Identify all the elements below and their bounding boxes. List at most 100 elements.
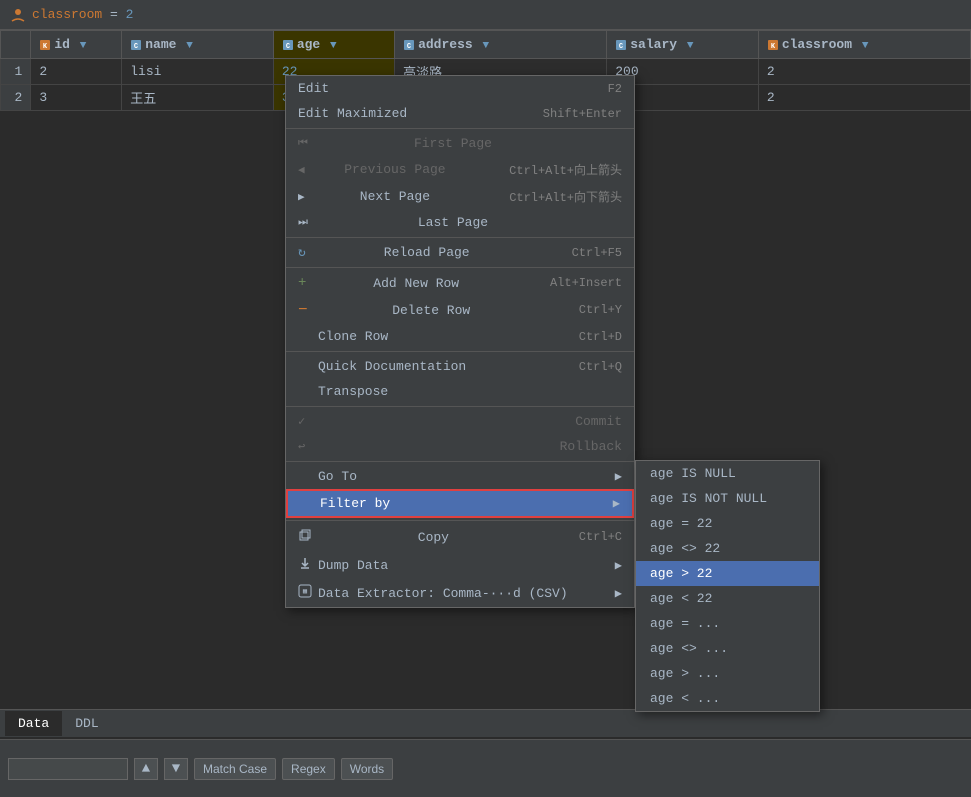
ctx-prev-page: ◀ Previous Page Ctrl+Alt+向上箭头 xyxy=(286,156,634,183)
ctx-reload[interactable]: ↻ Reload Page Ctrl+F5 xyxy=(286,240,634,265)
submenu-gtdot[interactable]: age > ... xyxy=(636,661,819,686)
submenu-neqdot-label: age <> ... xyxy=(650,641,728,656)
cell-id-2[interactable]: 3 xyxy=(31,85,122,111)
ctx-first-page-label: First Page xyxy=(414,136,492,151)
top-bar: classroom = 2 xyxy=(0,0,971,30)
submenu-ltdot[interactable]: age < ... xyxy=(636,686,819,711)
last-page-icon: ⏭ xyxy=(298,217,308,229)
submenu-eq22[interactable]: age = 22 xyxy=(636,511,819,536)
dump-data-arrow-icon: ▶ xyxy=(615,558,622,573)
col-header-id[interactable]: Kid ▼ xyxy=(31,31,122,59)
submenu-is-null[interactable]: age IS NULL xyxy=(636,461,819,486)
cell-id-1[interactable]: 2 xyxy=(31,59,122,85)
ctx-edit-maximized-label: Edit Maximized xyxy=(298,106,407,121)
ctx-first-page: ⏮ First Page xyxy=(286,131,634,156)
ctx-delete-row[interactable]: − Delete Row Ctrl+Y xyxy=(286,296,634,324)
ctx-prev-page-label: Previous Page xyxy=(344,162,445,177)
sep2 xyxy=(286,237,634,238)
tab-ddl-label: DDL xyxy=(75,716,98,731)
row-num-1: 1 xyxy=(1,59,31,85)
submenu-neq22-label: age <> 22 xyxy=(650,541,720,556)
ctx-edit-label: Edit xyxy=(298,81,329,96)
svg-text:C: C xyxy=(619,43,623,51)
ctx-commit: ✓ Commit xyxy=(286,409,634,434)
col-header-classroom[interactable]: Kclassroom ▼ xyxy=(758,31,970,59)
row-num-2: 2 xyxy=(1,85,31,111)
ctx-add-row-label: Add New Row xyxy=(373,276,459,291)
ctx-goto[interactable]: Go To ▶ xyxy=(286,464,634,489)
match-case-button[interactable]: Match Case xyxy=(194,758,276,780)
submenu-neq22[interactable]: age <> 22 xyxy=(636,536,819,561)
first-page-icon: ⏮ xyxy=(298,138,308,150)
top-bar-text: classroom = 2 xyxy=(32,7,133,22)
ctx-last-page[interactable]: ⏭ Last Page xyxy=(286,210,634,235)
ctx-edit-maximized[interactable]: Edit Maximized Shift+Enter xyxy=(286,101,634,126)
svg-text:C: C xyxy=(134,43,138,51)
ctx-clone-row[interactable]: Clone Row Ctrl+D xyxy=(286,324,634,349)
submenu-is-null-label: age IS NULL xyxy=(650,466,736,481)
tab-ddl[interactable]: DDL xyxy=(62,711,111,736)
submenu-gt22[interactable]: age > 22 xyxy=(636,561,819,586)
rollback-icon: ↩ xyxy=(298,439,305,454)
ctx-clone-row-label: Clone Row xyxy=(318,329,388,344)
match-case-label: Match Case xyxy=(203,762,267,776)
sep5 xyxy=(286,406,634,407)
reload-icon: ↻ xyxy=(298,245,306,260)
ctx-reload-label: Reload Page xyxy=(384,245,470,260)
submenu-eqdot[interactable]: age = ... xyxy=(636,611,819,636)
delete-row-icon: − xyxy=(298,301,308,319)
ctx-filter-by-label: Filter by xyxy=(320,496,390,511)
ctx-edit[interactable]: Edit F2 xyxy=(286,76,634,101)
filter-input[interactable] xyxy=(8,758,128,780)
ctx-commit-label: Commit xyxy=(575,414,622,429)
sep6 xyxy=(286,461,634,462)
filter-by-arrow-icon: ▶ xyxy=(613,496,620,511)
ctx-transpose[interactable]: Transpose xyxy=(286,379,634,404)
data-extractor-icon: ▦ xyxy=(298,584,312,602)
submenu-neqdot[interactable]: age <> ... xyxy=(636,636,819,661)
col-header-name[interactable]: Cname ▼ xyxy=(122,31,274,59)
col-header-salary[interactable]: Csalary ▼ xyxy=(607,31,759,59)
submenu-ltdot-label: age < ... xyxy=(650,691,720,706)
words-button[interactable]: Words xyxy=(341,758,393,780)
svg-text:C: C xyxy=(286,43,290,51)
svg-text:C: C xyxy=(407,43,411,51)
tab-data[interactable]: Data xyxy=(5,711,62,736)
sep1 xyxy=(286,128,634,129)
col-header-age[interactable]: Cage ▼ xyxy=(273,31,394,59)
ctx-next-page[interactable]: ▶ Next Page Ctrl+Alt+向下箭头 xyxy=(286,183,634,210)
ctx-quick-doc[interactable]: Quick Documentation Ctrl+Q xyxy=(286,354,634,379)
ctx-add-row[interactable]: + Add New Row Alt+Insert xyxy=(286,270,634,296)
col-header-address[interactable]: Caddress ▼ xyxy=(395,31,607,59)
regex-button[interactable]: Regex xyxy=(282,758,335,780)
submenu-is-not-null[interactable]: age IS NOT NULL xyxy=(636,486,819,511)
ctx-dump-data-label: Dump Data xyxy=(318,558,388,573)
submenu-lt22[interactable]: age < 22 xyxy=(636,586,819,611)
scroll-down-button[interactable]: ▼ xyxy=(164,758,188,780)
submenu-is-not-null-label: age IS NOT NULL xyxy=(650,491,767,506)
ctx-dump-data[interactable]: Dump Data ▶ xyxy=(286,551,634,579)
ctx-filter-by[interactable]: Filter by ▶ xyxy=(286,489,634,518)
ctx-last-page-label: Last Page xyxy=(418,215,488,230)
ctx-next-page-label: Next Page xyxy=(360,189,430,204)
cell-classroom-2[interactable]: 2 xyxy=(758,85,970,111)
submenu-lt22-label: age < 22 xyxy=(650,591,712,606)
words-label: Words xyxy=(350,762,384,776)
scroll-up-button[interactable]: ▲ xyxy=(134,758,158,780)
commit-icon: ✓ xyxy=(298,414,305,429)
ctx-data-extractor[interactable]: ▦ Data Extractor: Comma-···d (CSV) ▶ xyxy=(286,579,634,607)
submenu-gt22-label: age > 22 xyxy=(650,566,712,581)
svg-text:▦: ▦ xyxy=(303,588,308,596)
cell-name-2[interactable]: 王五 xyxy=(122,85,274,111)
goto-arrow-icon: ▶ xyxy=(615,469,622,484)
regex-label: Regex xyxy=(291,762,326,776)
cell-name-1[interactable]: lisi xyxy=(122,59,274,85)
sep7 xyxy=(286,520,634,521)
sep4 xyxy=(286,351,634,352)
ctx-transpose-label: Transpose xyxy=(318,384,388,399)
ctx-copy[interactable]: Copy Ctrl+C xyxy=(286,523,634,551)
context-menu: Edit F2 Edit Maximized Shift+Enter ⏮ Fir… xyxy=(285,75,635,608)
ctx-quick-doc-label: Quick Documentation xyxy=(318,359,466,374)
cell-classroom-1[interactable]: 2 xyxy=(758,59,970,85)
bottom-toolbar: ▲ ▼ Match Case Regex Words xyxy=(0,739,971,797)
